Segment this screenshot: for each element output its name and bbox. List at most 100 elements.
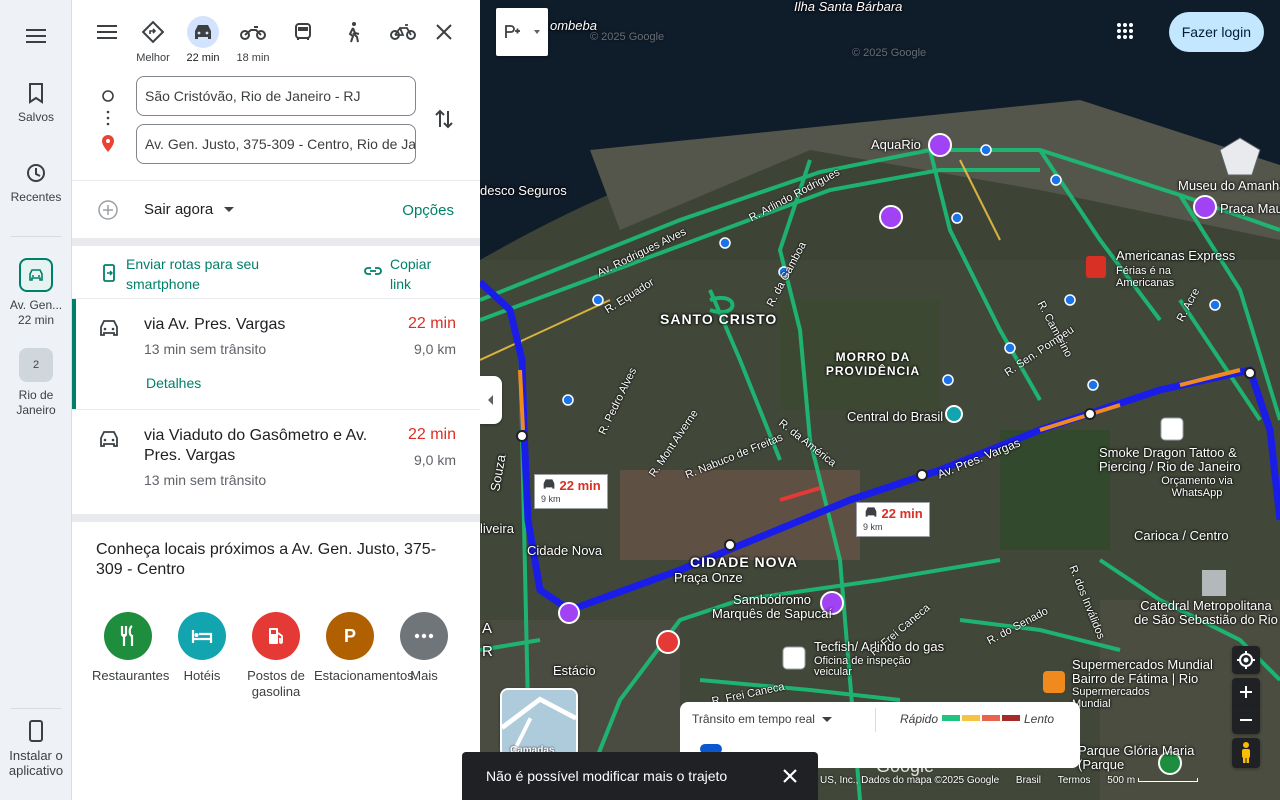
install-app-button[interactable]: Instalar o aplicativo bbox=[0, 720, 72, 778]
bookmark-icon bbox=[29, 83, 43, 104]
main-menu-button[interactable] bbox=[0, 26, 72, 46]
link-icon-wrap bbox=[364, 264, 382, 283]
dropdown-arrow-icon bbox=[822, 717, 833, 722]
menu-icon bbox=[26, 29, 46, 43]
bicycle-icon bbox=[390, 24, 416, 40]
route-time-bubble-2[interactable]: 22 min 9 km bbox=[856, 502, 930, 537]
label-parque-gloria: Parque Glória Maria (Parque bbox=[1078, 743, 1195, 772]
recent-place-button[interactable]: 2 Rio de Janeiro bbox=[0, 348, 72, 418]
depart-time-dropdown[interactable]: Sair agora bbox=[144, 201, 235, 218]
link-icon bbox=[364, 267, 382, 275]
category-label: Restaurantes bbox=[92, 668, 170, 683]
car-icon bbox=[100, 320, 118, 336]
label-santa-barbara: Ilha Santa Bárbara bbox=[794, 0, 903, 14]
route-option-2[interactable]: via Viaduto do Gasômetro e Av. Pres. Var… bbox=[72, 410, 480, 514]
route-time-bubble-1[interactable]: 22 min 9 km bbox=[534, 474, 608, 509]
category-label: Hotéis bbox=[183, 668, 221, 683]
recent-button[interactable]: Recentes bbox=[0, 162, 72, 205]
label-supermercados: Supermercados Mundial Bairro de Fátima |… bbox=[1072, 657, 1213, 686]
saved-button[interactable]: Salvos bbox=[0, 82, 72, 125]
place-thumbnail: 2 bbox=[19, 348, 53, 382]
layers-button[interactable]: Camadas bbox=[500, 688, 578, 758]
close-directions-button[interactable] bbox=[434, 22, 454, 47]
travel-modes: Melhor 22 min 18 min bbox=[72, 14, 480, 66]
options-button[interactable]: Opções bbox=[402, 202, 454, 219]
mode-cycling[interactable] bbox=[383, 14, 423, 48]
add-stop-button[interactable] bbox=[98, 200, 118, 225]
toast-message: Não é possível modificar mais o trajeto bbox=[486, 768, 728, 784]
origin-input[interactable]: São Cristóvão, Rio de Janeiro - RJ bbox=[136, 76, 416, 116]
label-oliveira: liveira bbox=[480, 521, 514, 536]
route-time: 22 min bbox=[407, 315, 456, 332]
swap-locations-button[interactable] bbox=[434, 107, 454, 136]
place-count: 2 bbox=[32, 359, 40, 371]
label-a: A bbox=[482, 620, 493, 637]
mode-best[interactable]: Melhor bbox=[133, 14, 173, 64]
rail-divider bbox=[10, 236, 62, 237]
label-bradesco: desco Seguros bbox=[480, 183, 567, 198]
more-horizontal-icon bbox=[400, 612, 448, 660]
traffic-mode-dropdown[interactable]: Trânsito em tempo real bbox=[692, 712, 833, 726]
car-icon bbox=[29, 269, 43, 281]
category-label: Postos de gasolina bbox=[247, 668, 305, 699]
legend-swatches bbox=[942, 715, 1020, 721]
category-more[interactable]: Mais bbox=[388, 612, 460, 684]
label-museu: Museu do Amanhã bbox=[1178, 178, 1280, 193]
my-location-icon bbox=[1237, 651, 1255, 669]
mode-best-label: Melhor bbox=[136, 52, 170, 64]
category-restaurants[interactable]: Restaurantes bbox=[92, 612, 169, 684]
category-hotels[interactable]: Hotéis bbox=[166, 612, 238, 684]
mode-transit[interactable] bbox=[283, 14, 323, 48]
category-parking[interactable]: P Estacionamentos bbox=[314, 612, 414, 684]
map-canvas[interactable]: Ilha Santa Bárbara ombeba desco Seguros … bbox=[480, 0, 1280, 800]
car-icon bbox=[195, 25, 211, 39]
sign-in-button[interactable]: Fazer login bbox=[1168, 12, 1264, 52]
close-icon bbox=[783, 769, 797, 783]
scale-label[interactable]: 500 m bbox=[1107, 775, 1135, 786]
apps-button[interactable] bbox=[1116, 22, 1134, 45]
terms-link[interactable]: Termos bbox=[1058, 775, 1091, 786]
route-connector-icon bbox=[102, 90, 114, 152]
copy-link-button[interactable]: Copiar link bbox=[390, 254, 450, 294]
section-divider bbox=[72, 238, 480, 246]
send-to-phone-icon bbox=[103, 264, 115, 282]
send-to-phone-link[interactable]: Enviar rotas para seu smartphone bbox=[126, 254, 296, 294]
transit-layer-button[interactable] bbox=[496, 8, 548, 56]
my-location-button[interactable] bbox=[1232, 646, 1260, 674]
recent-label: Recentes bbox=[10, 190, 62, 204]
label-supermercados-sub: Supermercados Mundial bbox=[1072, 686, 1150, 710]
google-logo: Google bbox=[876, 756, 935, 776]
scale-bar bbox=[1137, 778, 1198, 783]
mode-driving[interactable]: 22 min bbox=[183, 14, 223, 64]
chevron-left-icon bbox=[488, 395, 493, 405]
recent-route-button[interactable]: Av. Gen... 22 min bbox=[0, 258, 72, 327]
notification-toast: Não é possível modificar mais o trajeto bbox=[462, 752, 818, 800]
label-americanas-sub: Férias é na Americanas bbox=[1116, 265, 1175, 289]
walking-icon bbox=[348, 22, 360, 43]
route-title: via Av. Pres. Vargas bbox=[144, 316, 286, 333]
route-details-button[interactable]: Detalhes bbox=[146, 375, 201, 391]
route-distance: 9,0 km bbox=[413, 452, 456, 468]
label-aquario: AquaRio bbox=[871, 137, 921, 152]
label-praca-onze: Praça Onze bbox=[674, 570, 743, 585]
country-link[interactable]: Brasil bbox=[1016, 775, 1041, 786]
mode-motorcycle[interactable]: 18 min bbox=[233, 14, 273, 64]
parking-transit-icon bbox=[505, 25, 540, 38]
motorcycle-icon bbox=[240, 26, 266, 40]
install-app-label: Instalar o aplicativo bbox=[8, 748, 64, 778]
route-option-1[interactable]: via Av. Pres. Vargas 22 min 13 min sem t… bbox=[72, 299, 480, 409]
zoom-out-button[interactable] bbox=[1232, 706, 1260, 734]
zoom-in-button[interactable] bbox=[1232, 678, 1260, 706]
swap-vertical-icon bbox=[435, 109, 453, 129]
directions-panel: Melhor 22 min 18 min São Cristóvão, Rio … bbox=[72, 0, 480, 800]
category-gas-stations[interactable]: Postos de gasolina bbox=[240, 612, 312, 700]
legend-divider bbox=[875, 708, 876, 732]
toast-close-button[interactable] bbox=[782, 768, 798, 784]
label-estacio: Estácio bbox=[553, 663, 596, 678]
panel-menu-button[interactable] bbox=[96, 22, 118, 47]
mode-walking[interactable] bbox=[333, 14, 373, 48]
collapse-panel-button[interactable] bbox=[480, 376, 502, 424]
street-view-pegman[interactable] bbox=[1232, 738, 1260, 768]
destination-input[interactable]: Av. Gen. Justo, 375-309 - Centro, Rio de… bbox=[136, 124, 416, 164]
legend-swatch bbox=[962, 715, 980, 721]
